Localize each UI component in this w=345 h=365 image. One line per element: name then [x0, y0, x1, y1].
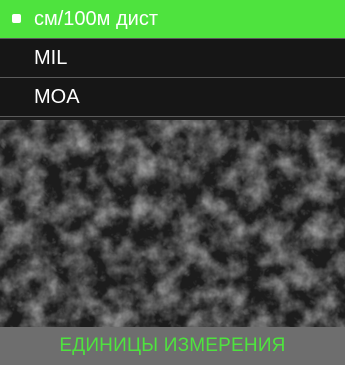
menu-item-cm-per-100m[interactable]: см/100м дист	[0, 0, 345, 39]
menu-item-label: MOA	[34, 85, 80, 108]
units-menu: см/100м дист MIL MOA	[0, 0, 345, 117]
menu-title: ЕДИНИЦЫ ИЗМЕРЕНИЯ	[59, 335, 286, 356]
menu-item-mil[interactable]: MIL	[0, 39, 345, 78]
menu-item-label: MIL	[34, 46, 68, 69]
selected-bullet-icon	[12, 14, 21, 23]
menu-item-moa[interactable]: MOA	[0, 78, 345, 117]
menu-title-bar: ЕДИНИЦЫ ИЗМЕРЕНИЯ	[0, 327, 345, 365]
device-screen: см/100м дист MIL MOA ЕДИНИЦЫ ИЗМЕРЕНИЯ	[0, 0, 345, 365]
menu-item-label: см/100м дист	[34, 7, 158, 30]
